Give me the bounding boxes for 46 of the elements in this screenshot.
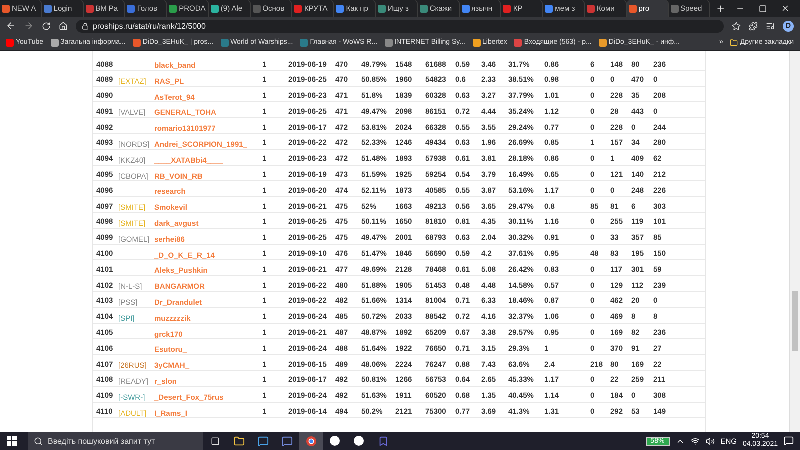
site-icon: [503, 4, 512, 12]
site-icon: [545, 4, 554, 12]
taskbar-search-field[interactable]: Введіть пошуковий запит тут: [28, 432, 203, 450]
site-icon: [44, 4, 52, 12]
lock-icon: [82, 22, 89, 30]
volume-icon[interactable]: [706, 436, 715, 446]
search-icon: [34, 436, 43, 446]
scrollbar[interactable]: [789, 51, 800, 432]
puzzle-icon[interactable]: [749, 22, 758, 30]
notification-icon[interactable]: [784, 436, 794, 446]
home-icon[interactable]: [59, 22, 68, 30]
site-icon: [670, 4, 678, 12]
site-icon: [210, 4, 219, 12]
star-icon[interactable]: [732, 22, 741, 30]
site-icon: [462, 4, 470, 12]
site-icon: [586, 4, 595, 12]
site-icon: [2, 4, 10, 12]
site-icon: [252, 4, 261, 12]
maximize-icon[interactable]: [759, 4, 767, 12]
reload-icon[interactable]: [42, 22, 51, 30]
playlist-icon[interactable]: [766, 22, 775, 30]
site-icon: [598, 38, 607, 46]
folder-icon: [730, 38, 738, 46]
site-icon: [220, 38, 229, 46]
site-icon: [86, 4, 94, 12]
site-icon: [628, 4, 637, 12]
site-icon: [336, 4, 344, 12]
site-icon: [420, 4, 428, 12]
site-icon: [127, 4, 136, 12]
address-field[interactable]: proships.ru/stat/ru/rank/12/5000: [76, 20, 724, 32]
back-icon[interactable]: [6, 21, 16, 31]
site-icon: [384, 38, 393, 46]
close-icon[interactable]: [781, 4, 790, 13]
new-tab-icon[interactable]: [716, 4, 726, 14]
site-icon: [378, 4, 386, 12]
site-icon: [50, 38, 59, 46]
forward-icon[interactable]: [24, 21, 34, 31]
site-icon: [169, 4, 178, 12]
site-icon: [472, 38, 480, 46]
site-icon: [514, 38, 522, 46]
wifi-icon[interactable]: [690, 436, 700, 446]
site-icon: [132, 38, 141, 46]
browser-icon[interactable]: [299, 432, 323, 450]
site-icon: [300, 38, 308, 46]
site-icon: [6, 38, 14, 46]
site-icon: [294, 4, 302, 12]
